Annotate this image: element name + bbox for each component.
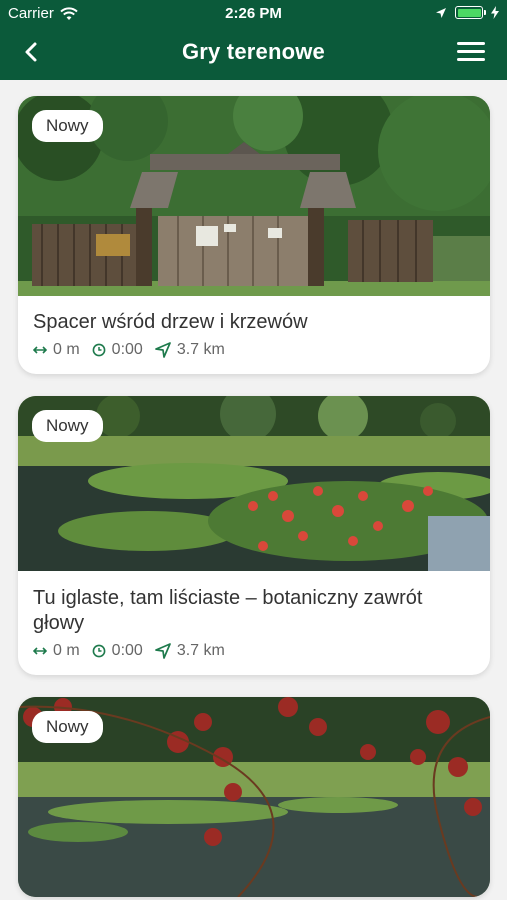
card-body: Spacer wśród drzew i krzewów 0 m 0:00 3.… bbox=[18, 296, 490, 374]
game-card[interactable]: Nowy bbox=[18, 697, 490, 897]
battery-icon bbox=[455, 6, 486, 19]
duration-info: 0:00 bbox=[92, 642, 143, 660]
duration-value: 0:00 bbox=[111, 341, 143, 358]
status-time: 2:26 PM bbox=[225, 5, 282, 22]
new-badge: Nowy bbox=[32, 410, 103, 442]
route-value: 3.7 km bbox=[176, 341, 225, 358]
game-card[interactable]: Nowy Tu iglaste, tam liściaste – botanic… bbox=[18, 396, 490, 675]
distance-arrows-icon bbox=[33, 647, 47, 655]
card-body: Tu iglaste, tam liściaste – botaniczny z… bbox=[18, 571, 490, 675]
card-title: Tu iglaste, tam liściaste – botaniczny z… bbox=[33, 587, 423, 634]
new-badge: Nowy bbox=[32, 110, 103, 142]
page-title: Gry terenowe bbox=[181, 39, 325, 64]
distance-value: 0 m bbox=[53, 642, 80, 659]
card-image-gate: Nowy bbox=[18, 96, 490, 296]
card-meta: 0 m 0:00 3.7 km bbox=[33, 642, 475, 660]
clock-icon bbox=[92, 343, 106, 357]
menu-line bbox=[457, 50, 485, 53]
navigation-arrow-icon bbox=[154, 342, 171, 358]
card-title: Spacer wśród drzew i krzewów bbox=[33, 311, 308, 333]
distance-value: 0 m bbox=[53, 341, 80, 358]
menu-button[interactable] bbox=[457, 42, 485, 64]
nav-bar: Gry terenowe bbox=[0, 28, 507, 80]
route-value: 3.7 km bbox=[176, 642, 225, 659]
card-image-lake: Nowy bbox=[18, 697, 490, 897]
card-meta: 0 m 0:00 3.7 km bbox=[33, 341, 475, 359]
route-info: 3.7 km bbox=[154, 341, 225, 359]
top-bar: Carrier 2:26 PM Gry terenowe bbox=[0, 0, 507, 80]
duration-value: 0:00 bbox=[111, 642, 143, 659]
navigation-arrow-icon bbox=[154, 643, 171, 659]
menu-line bbox=[457, 42, 485, 45]
charging-icon bbox=[491, 6, 499, 19]
route-info: 3.7 km bbox=[154, 642, 225, 660]
menu-line bbox=[457, 58, 485, 61]
card-image-pond: Nowy bbox=[18, 396, 490, 571]
games-list: Nowy Spacer wśród drzew i krzewów 0 m 0:… bbox=[18, 96, 490, 900]
new-badge: Nowy bbox=[32, 711, 103, 743]
location-arrow-icon bbox=[436, 7, 446, 18]
game-card[interactable]: Nowy Spacer wśród drzew i krzewów 0 m 0:… bbox=[18, 96, 490, 374]
status-right bbox=[435, 6, 499, 19]
duration-info: 0:00 bbox=[92, 341, 143, 359]
distance-info: 0 m bbox=[33, 341, 80, 359]
status-bar: Carrier 2:26 PM bbox=[0, 0, 507, 28]
clock-icon bbox=[92, 644, 106, 658]
distance-info: 0 m bbox=[33, 642, 80, 660]
distance-arrows-icon bbox=[33, 346, 47, 354]
